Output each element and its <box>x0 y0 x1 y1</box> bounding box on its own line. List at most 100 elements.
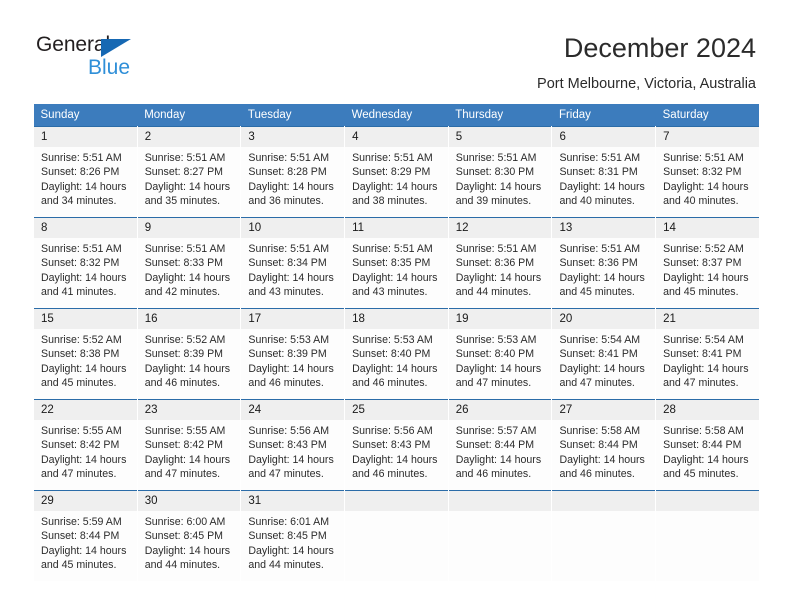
weekday-header-monday: Monday <box>137 104 241 127</box>
calendar-week-row: 29 Sunrise: 5:59 AM Sunset: 8:44 PM Dayligh… <box>33 490 760 581</box>
day-number <box>345 491 448 511</box>
sunrise-text: Sunrise: 5:52 AM <box>663 243 744 255</box>
calendar-day-cell[interactable]: 26 Sunrise: 5:57 AM Sunset: 8:44 PM Dayligh… <box>447 399 553 491</box>
daylight-text-line2: and 44 minutes. <box>455 286 532 299</box>
daylight-text-line1: Daylight: 14 hours <box>352 271 438 284</box>
daylight-text-line2: and 47 minutes. <box>248 468 324 481</box>
sunrise-text: Sunrise: 5:56 AM <box>352 425 433 437</box>
calendar-empty-cell <box>344 490 449 581</box>
sunrise-sunset-calendar: Sunday Monday Tuesday Wednesday Thursday… <box>33 104 760 581</box>
daylight-text-line2: and 38 minutes. <box>352 195 428 208</box>
day-number: 19 <box>448 309 552 329</box>
weekday-header-friday: Friday <box>551 104 656 127</box>
sunset-text: Sunset: 8:36 PM <box>559 257 638 270</box>
calendar-week-row: 15 Sunrise: 5:52 AM Sunset: 8:38 PM Dayligh… <box>33 308 760 400</box>
calendar-day-cell[interactable]: 24 Sunrise: 5:56 AM Sunset: 8:43 PM Dayligh… <box>240 399 346 491</box>
calendar-day-cell[interactable]: 13 Sunrise: 5:51 AM Sunset: 8:36 PM Dayligh… <box>551 217 657 309</box>
calendar-page: General Blue December 2024 Port Melbourn… <box>0 0 792 612</box>
daylight-text-line2: and 47 minutes. <box>559 377 635 390</box>
sunset-text: Sunset: 8:41 PM <box>663 348 742 361</box>
sunrise-text: Sunrise: 5:58 AM <box>559 425 641 437</box>
sunrise-text: Sunrise: 5:53 AM <box>352 334 433 346</box>
calendar-day-cell[interactable]: 22 Sunrise: 5:55 AM Sunset: 8:42 PM Dayligh… <box>33 399 138 491</box>
day-details: Sunrise: 5:58 AM Sunset: 8:44 PM Daylight:… <box>656 420 759 482</box>
day-details: Sunrise: 5:56 AM Sunset: 8:43 PM Daylight:… <box>345 420 448 482</box>
sunrise-text: Sunrise: 5:54 AM <box>559 334 641 346</box>
sunset-text: Sunset: 8:40 PM <box>455 348 535 361</box>
day-details: Sunrise: 5:51 AM Sunset: 8:32 PM Daylight:… <box>34 238 137 300</box>
day-details: Sunrise: 5:51 AM Sunset: 8:35 PM Daylight:… <box>345 238 448 300</box>
calendar-day-cell[interactable]: 21 Sunrise: 5:54 AM Sunset: 8:41 PM Dayligh… <box>655 308 760 400</box>
calendar-day-cell[interactable]: 14 Sunrise: 5:52 AM Sunset: 8:37 PM Dayligh… <box>655 217 760 309</box>
sunrise-text: Sunrise: 5:54 AM <box>663 334 744 346</box>
day-number: 14 <box>656 218 759 238</box>
sunset-text: Sunset: 8:39 PM <box>144 348 224 361</box>
calendar-day-cell[interactable]: 8 Sunrise: 5:51 AM Sunset: 8:32 PM Daylight… <box>33 217 138 309</box>
calendar-day-cell[interactable]: 25 Sunrise: 5:56 AM Sunset: 8:43 PM Dayligh… <box>344 399 449 491</box>
day-details: Sunrise: 5:51 AM Sunset: 8:36 PM Daylight:… <box>449 238 552 300</box>
general-blue-logo[interactable]: General Blue <box>36 33 186 85</box>
daylight-text-line1: Daylight: 14 hours <box>248 180 334 193</box>
day-details: Sunrise: 5:56 AM Sunset: 8:43 PM Daylight:… <box>241 420 344 482</box>
calendar-day-cell[interactable]: 15 Sunrise: 5:52 AM Sunset: 8:38 PM Dayligh… <box>33 308 138 400</box>
sunset-text: Sunset: 8:40 PM <box>352 348 431 361</box>
calendar-day-cell[interactable]: 11 Sunrise: 5:51 AM Sunset: 8:35 PM Dayligh… <box>344 217 449 309</box>
calendar-day-cell[interactable]: 9 Sunrise: 5:51 AM Sunset: 8:33 PM Daylight… <box>136 217 242 309</box>
calendar-day-cell[interactable]: 20 Sunrise: 5:54 AM Sunset: 8:41 PM Dayligh… <box>551 308 657 400</box>
sunrise-text: Sunrise: 5:52 AM <box>41 334 122 346</box>
sunset-text: Sunset: 8:31 PM <box>559 166 638 179</box>
calendar-day-cell[interactable]: 7 Sunrise: 5:51 AM Sunset: 8:32 PM Daylight… <box>655 126 760 218</box>
day-number: 18 <box>345 309 448 329</box>
day-details: Sunrise: 5:52 AM Sunset: 8:38 PM Daylight:… <box>34 329 137 391</box>
calendar-day-cell[interactable]: 19 Sunrise: 5:53 AM Sunset: 8:40 PM Dayligh… <box>447 308 553 400</box>
calendar-day-cell[interactable]: 16 Sunrise: 5:52 AM Sunset: 8:39 PM Dayligh… <box>136 308 242 400</box>
day-number: 16 <box>137 309 241 329</box>
daylight-text-line1: Daylight: 14 hours <box>559 453 645 466</box>
calendar-day-cell[interactable]: 3 Sunrise: 5:51 AM Sunset: 8:28 PM Daylight… <box>240 126 346 218</box>
calendar-day-cell[interactable]: 2 Sunrise: 5:51 AM Sunset: 8:27 PM Daylight… <box>136 126 242 218</box>
daylight-text-line1: Daylight: 14 hours <box>352 180 438 193</box>
daylight-text-line1: Daylight: 14 hours <box>559 180 645 193</box>
calendar-day-cell[interactable]: 31 Sunrise: 6:01 AM Sunset: 8:45 PM Dayligh… <box>240 490 346 581</box>
daylight-text-line2: and 34 minutes. <box>41 195 117 208</box>
day-number: 10 <box>241 218 345 238</box>
daylight-text-line1: Daylight: 14 hours <box>352 453 438 466</box>
daylight-text-line2: and 40 minutes. <box>663 195 739 208</box>
calendar-day-cell[interactable]: 4 Sunrise: 5:51 AM Sunset: 8:29 PM Daylight… <box>344 126 449 218</box>
daylight-text-line2: and 45 minutes. <box>663 468 739 481</box>
calendar-day-cell[interactable]: 27 Sunrise: 5:58 AM Sunset: 8:44 PM Dayligh… <box>551 399 657 491</box>
calendar-day-cell[interactable]: 6 Sunrise: 5:51 AM Sunset: 8:31 PM Daylight… <box>551 126 657 218</box>
day-details: Sunrise: 5:55 AM Sunset: 8:42 PM Daylight:… <box>34 420 137 482</box>
daylight-text-line2: and 35 minutes. <box>144 195 221 208</box>
calendar-day-cell[interactable]: 23 Sunrise: 5:55 AM Sunset: 8:42 PM Dayligh… <box>136 399 242 491</box>
calendar-day-cell[interactable]: 1 Sunrise: 5:51 AM Sunset: 8:26 PM Daylight… <box>33 126 138 218</box>
calendar-day-cell[interactable]: 5 Sunrise: 5:51 AM Sunset: 8:30 PM Daylight… <box>447 126 553 218</box>
sunrise-text: Sunrise: 5:51 AM <box>248 243 330 255</box>
daylight-text-line1: Daylight: 14 hours <box>144 544 231 557</box>
sunset-text: Sunset: 8:34 PM <box>248 257 327 270</box>
calendar-day-cell[interactable]: 28 Sunrise: 5:58 AM Sunset: 8:44 PM Dayligh… <box>655 399 760 491</box>
day-number: 24 <box>241 400 345 420</box>
day-details: Sunrise: 5:54 AM Sunset: 8:41 PM Daylight:… <box>656 329 759 391</box>
calendar-day-cell[interactable]: 17 Sunrise: 5:53 AM Sunset: 8:39 PM Dayligh… <box>240 308 346 400</box>
calendar-day-cell[interactable]: 12 Sunrise: 5:51 AM Sunset: 8:36 PM Dayligh… <box>447 217 553 309</box>
day-number <box>552 491 656 511</box>
day-details: Sunrise: 6:00 AM Sunset: 8:45 PM Daylight:… <box>138 511 241 573</box>
calendar-day-cell[interactable]: 29 Sunrise: 5:59 AM Sunset: 8:44 PM Dayligh… <box>33 490 138 581</box>
day-number: 7 <box>656 127 759 147</box>
sunrise-text: Sunrise: 5:51 AM <box>559 243 641 255</box>
daylight-text-line1: Daylight: 14 hours <box>144 271 231 284</box>
daylight-text-line2: and 47 minutes. <box>455 377 532 390</box>
sunrise-text: Sunrise: 5:51 AM <box>455 152 537 164</box>
sunrise-text: Sunrise: 5:51 AM <box>248 152 330 164</box>
day-number: 9 <box>137 218 241 238</box>
calendar-day-cell[interactable]: 10 Sunrise: 5:51 AM Sunset: 8:34 PM Dayligh… <box>240 217 346 309</box>
sunrise-text: Sunrise: 5:51 AM <box>41 243 122 255</box>
sunrise-text: Sunrise: 6:01 AM <box>248 516 330 528</box>
calendar-day-cell[interactable]: 30 Sunrise: 6:00 AM Sunset: 8:45 PM Dayligh… <box>136 490 242 581</box>
sunset-text: Sunset: 8:37 PM <box>663 257 742 270</box>
calendar-day-cell[interactable]: 18 Sunrise: 5:53 AM Sunset: 8:40 PM Dayligh… <box>344 308 449 400</box>
day-details: Sunrise: 5:53 AM Sunset: 8:40 PM Daylight:… <box>449 329 552 391</box>
daylight-text-line2: and 36 minutes. <box>248 195 324 208</box>
sunset-text: Sunset: 8:29 PM <box>352 166 431 179</box>
